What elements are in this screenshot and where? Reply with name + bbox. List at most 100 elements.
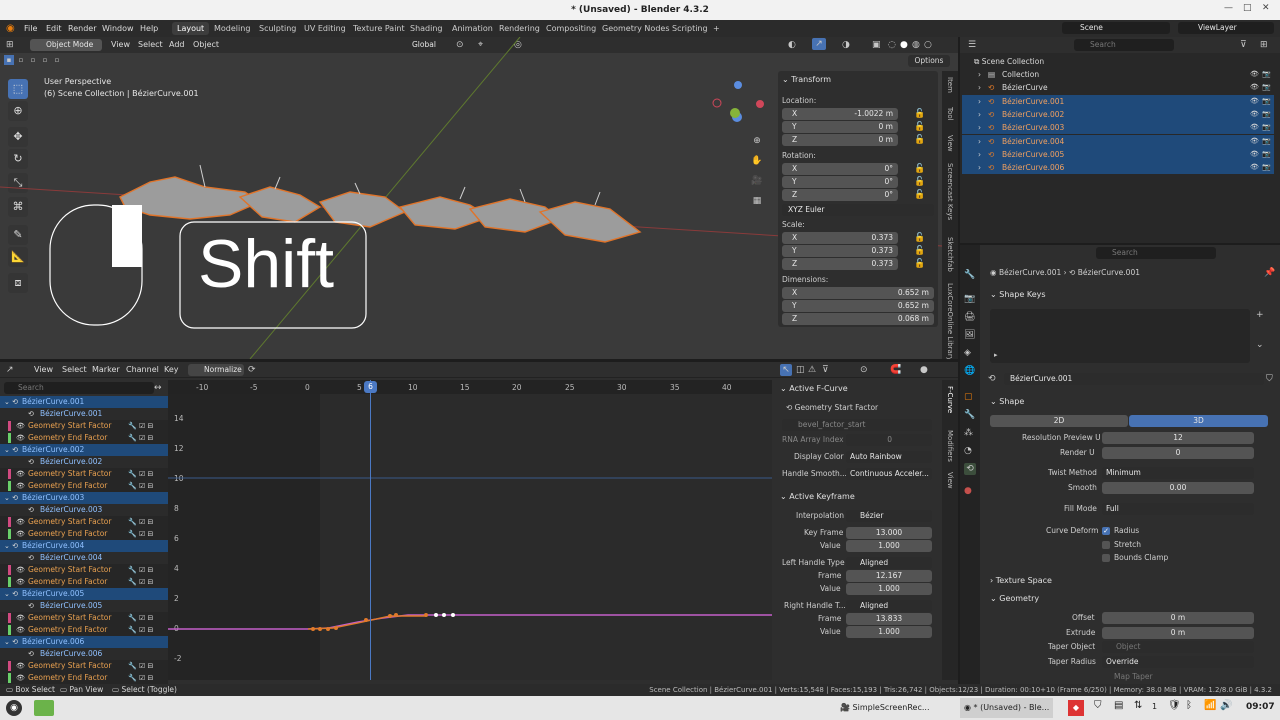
render-camera-icon[interactable]: 📷	[1262, 108, 1271, 121]
tab-sculpting[interactable]: Sculpting	[254, 22, 301, 35]
maximize-icon[interactable]: □	[1243, 3, 1252, 13]
channel-object-row[interactable]: ⌄ ⟲ BézierCurve.001	[0, 396, 168, 408]
right-value-field[interactable]: 1.000	[846, 626, 932, 638]
fcurve-data-path[interactable]: bevel_factor_start	[782, 419, 932, 431]
ge-menu-marker[interactable]: Marker	[92, 362, 120, 378]
lock-icon[interactable]: 🔓	[914, 108, 925, 120]
scene-selector[interactable]: Scene	[1062, 22, 1170, 34]
channel-fcurve-row[interactable]: 👁 🔧 ☑ ⊟ Geometry End Factor	[0, 624, 168, 636]
expand-icon[interactable]: ›	[978, 68, 981, 81]
channel-toggle-icons[interactable]: 🔧 ☑ ⊟	[128, 432, 153, 444]
right-handle-type-select[interactable]: Aligned	[846, 600, 932, 612]
wifi-icon[interactable]: 📶	[1204, 700, 1216, 711]
expand-icon[interactable]: ›	[978, 135, 981, 148]
notification-icon[interactable]: 🛡	[1168, 700, 1181, 711]
render-camera-icon[interactable]: 📷	[1262, 95, 1271, 108]
proportional-icon[interactable]: ●	[920, 364, 928, 376]
smooth-field[interactable]: 0.00	[1102, 482, 1254, 494]
taskbar-app-recorder[interactable]: 🎥 SimpleScreenRec...	[840, 700, 929, 716]
graph-editor-icon[interactable]: ↗	[6, 364, 14, 376]
ge-menu-key[interactable]: Key	[164, 362, 179, 378]
lock-icon[interactable]: 🔓	[914, 176, 925, 188]
minimize-icon[interactable]: —	[1224, 3, 1233, 13]
outliner-row[interactable]: › ⟲ BézierCurve.002 👁 📷	[962, 107, 1274, 121]
channel-fcurve-row[interactable]: 👁 🔧 ☑ ⊟ Geometry Start Factor	[0, 420, 168, 432]
channel-data-row[interactable]: ⟲ BézierCurve.002	[0, 456, 168, 468]
zoom-icon[interactable]: ⊕	[750, 135, 764, 147]
ghost-icon[interactable]: ◫	[796, 364, 805, 376]
shape-keys-header[interactable]: ⌄ Shape Keys	[990, 288, 1046, 302]
tab-graph-view[interactable]: View	[946, 472, 954, 489]
render-camera-icon[interactable]: 📷	[1262, 121, 1271, 134]
channel-fcurve-row[interactable]: 👁 🔧 ☑ ⊟ Geometry Start Factor	[0, 660, 168, 672]
outliner-row[interactable]: › ▤ Collection 👁 📷	[962, 68, 1274, 81]
bounds-clamp-checkbox[interactable]	[1102, 554, 1110, 562]
tab-texture-paint[interactable]: Texture Paint	[348, 22, 410, 35]
channel-toggle-icons[interactable]: 🔧 ☑ ⊟	[128, 564, 153, 576]
taskbar-app-blender[interactable]: ◉ * (Unsaved) - Ble...	[960, 698, 1054, 718]
expand-icon[interactable]: ›	[978, 161, 981, 174]
new-collection-icon[interactable]: ⊞	[1260, 39, 1268, 51]
interpolation-select[interactable]: Bézier	[846, 510, 932, 522]
normalize-refresh-icon[interactable]: ⟳	[248, 364, 256, 376]
eye-icon[interactable]: 👁	[16, 660, 25, 672]
shield-tray-icon[interactable]: ⛉	[1094, 700, 1102, 711]
visibility-eye-icon[interactable]: 👁	[1250, 161, 1259, 174]
channel-fcurve-row[interactable]: 👁 🔧 ☑ ⊟ Geometry End Factor	[0, 480, 168, 492]
channel-fcurve-row[interactable]: 👁 🔧 ☑ ⊟ Geometry Start Factor	[0, 612, 168, 624]
channel-fcurve-row[interactable]: 👁 🔧 ☑ ⊟ Geometry End Factor	[0, 576, 168, 588]
eye-icon[interactable]: 👁	[16, 468, 25, 480]
network-icon[interactable]: ⇅	[1134, 700, 1142, 711]
render-camera-icon[interactable]: 📷	[1262, 81, 1271, 94]
bluetooth-icon[interactable]: ᛒ	[1186, 700, 1192, 711]
channel-toggle-icons[interactable]: 🔧 ☑ ⊟	[128, 528, 153, 540]
stretch-checkbox[interactable]	[1102, 541, 1110, 549]
lock-icon[interactable]: 🔓	[914, 134, 925, 146]
channel-object-row[interactable]: ⌄ ⟲ BézierCurve.006	[0, 636, 168, 648]
channel-toggle-icons[interactable]: 🔧 ☑ ⊟	[128, 468, 153, 480]
properties-search-input[interactable]: Search	[1096, 247, 1216, 259]
clipboard-icon[interactable]: ▤	[1114, 700, 1123, 711]
menu-window[interactable]: Window	[102, 20, 134, 37]
dimension-x-field[interactable]: X 0.652 m	[782, 287, 934, 299]
tab-compositing[interactable]: Compositing	[541, 22, 601, 35]
eye-icon[interactable]: 👁	[16, 528, 25, 540]
pivot-icon[interactable]: ⊙	[860, 364, 868, 376]
viewport-3d[interactable]: ⊞ Object Mode View Select Add Object Glo…	[0, 37, 958, 359]
particles-tab-icon[interactable]: ⁂	[964, 427, 973, 439]
blender-logo-icon[interactable]: ◉	[6, 20, 15, 37]
eye-icon[interactable]: 👁	[16, 576, 25, 588]
tab-item[interactable]: Item	[946, 77, 954, 93]
world-tab-icon[interactable]: 🌐	[964, 365, 975, 377]
channel-fcurve-row[interactable]: 👁 🔧 ☑ ⊟ Geometry End Factor	[0, 432, 168, 444]
channel-data-row[interactable]: ⟲ BézierCurve.001	[0, 408, 168, 420]
eye-icon[interactable]: 👁	[16, 516, 25, 528]
normalize-toggle[interactable]: Normalize	[188, 364, 244, 376]
visibility-eye-icon[interactable]: 👁	[1250, 68, 1259, 81]
channel-toggle-icons[interactable]: 🔧 ☑ ⊟	[128, 576, 153, 588]
channel-toggle-icons[interactable]: 🔧 ☑ ⊟	[128, 480, 153, 492]
visibility-eye-icon[interactable]: 👁	[1250, 148, 1259, 161]
filter-icon[interactable]: ⊽	[1240, 39, 1247, 51]
extrude-field[interactable]: 0 m	[1102, 627, 1254, 639]
channel-data-row[interactable]: ⟲ BézierCurve.005	[0, 600, 168, 612]
outliner-row[interactable]: › ⟲ BézierCurve.005 👁 📷	[962, 147, 1274, 161]
scale-z-field[interactable]: Z 0.373	[782, 258, 898, 270]
channel-fcurve-row[interactable]: 👁 🔧 ☑ ⊟ Geometry End Factor	[0, 672, 168, 684]
channel-data-row[interactable]: ⟲ BézierCurve.004	[0, 552, 168, 564]
channel-fcurve-row[interactable]: 👁 🔧 ☑ ⊟ Geometry Start Factor	[0, 468, 168, 480]
snap-icon[interactable]: 🧲	[890, 364, 901, 376]
twist-method-select[interactable]: Minimum	[1102, 467, 1254, 479]
camera-icon[interactable]: 🎥	[750, 175, 764, 187]
outliner-row[interactable]: › ⟲ BézierCurve.006 👁 📷	[962, 161, 1274, 175]
lock-icon[interactable]: 🔓	[914, 232, 925, 244]
scene-tab-icon[interactable]: ◈	[964, 347, 971, 359]
grid-view-icon[interactable]: ▦	[750, 195, 764, 207]
render-camera-icon[interactable]: 📷	[1262, 135, 1271, 148]
location-z-field[interactable]: Z 0 m	[782, 134, 898, 146]
channel-object-row[interactable]: ⌄ ⟲ BézierCurve.005	[0, 588, 168, 600]
rotation-mode-select[interactable]: XYZ Euler	[782, 204, 934, 216]
taper-radius-select[interactable]: Override	[1102, 656, 1254, 668]
close-icon[interactable]: ✕	[1262, 3, 1270, 13]
tab-screencast-keys[interactable]: Screencast Keys	[946, 163, 954, 220]
